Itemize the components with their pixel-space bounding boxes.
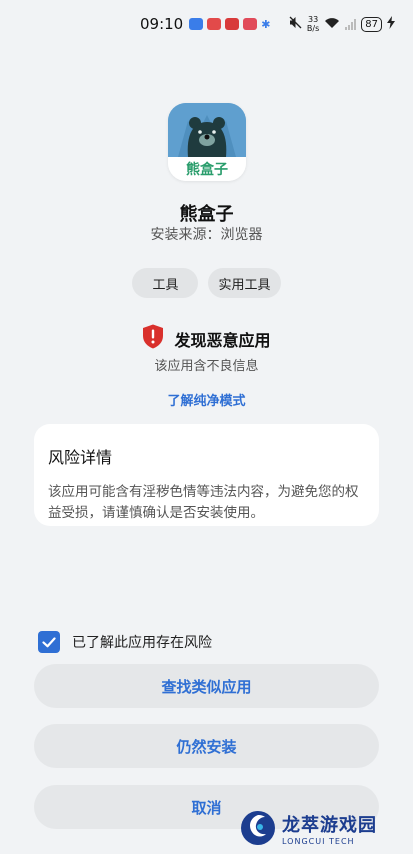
acknowledge-risk-row[interactable]: 已了解此应用存在风险 (38, 631, 212, 653)
mute-icon (289, 16, 302, 32)
status-bar: 09:10 ✱ 33 B/s 87 (0, 0, 413, 48)
risk-details-card: 风险详情 该应用可能含有淫秽色情等违法内容，为避免您的权益受损，请谨慎确认是否安… (34, 424, 379, 526)
risk-details-title: 风险详情 (48, 448, 113, 467)
warning-title: 发现恶意应用 (174, 330, 271, 350)
battery-level: 87 (365, 18, 378, 30)
category-tags: 工具 实用工具 (0, 268, 413, 298)
warning-subtitle: 该应用含不良信息 (154, 359, 259, 374)
acknowledge-label: 已了解此应用存在风险 (72, 635, 212, 651)
find-similar-apps-button[interactable]: 查找类似应用 (34, 664, 379, 708)
shield-warning-icon (142, 324, 164, 353)
status-time: 09:10 (140, 15, 184, 33)
watermark-subtitle: LONGCUI TECH (282, 836, 355, 846)
battery-indicator: 87 (361, 16, 382, 32)
signal-icon (345, 18, 357, 30)
install-source: 安装来源：浏览器 (150, 227, 263, 243)
watermark-title: 龙萃游戏园 (282, 814, 377, 836)
notification-app-icon (189, 18, 204, 30)
notification-app-icon (243, 18, 258, 30)
tag-utility-tools[interactable]: 实用工具 (208, 268, 281, 298)
acknowledge-checkbox[interactable] (38, 631, 60, 653)
app-icon-background (168, 103, 246, 157)
charging-icon (387, 16, 395, 32)
bear-icon (168, 103, 246, 157)
bluetooth-icon: ✱ (261, 17, 271, 31)
pure-mode-link[interactable]: 了解纯净模式 (0, 390, 413, 409)
install-anyway-button[interactable]: 仍然安装 (34, 724, 379, 768)
watermark-logo-icon (241, 811, 275, 845)
wifi-icon (324, 17, 340, 32)
risk-details-text: 该应用可能含有淫秽色情等违法内容，为避免您的权益受损，请谨慎确认是否安装使用。 (48, 484, 359, 521)
network-speed: 33 B/s (307, 15, 319, 33)
notification-app-icon (207, 18, 222, 30)
app-name: 熊盒子 (179, 204, 234, 225)
network-speed-unit: B/s (306, 24, 320, 33)
watermark: 龙萃游戏园 LONGCUI TECH (240, 806, 400, 850)
malware-warning: 发现恶意应用 (0, 324, 413, 353)
notification-app-icon (225, 18, 240, 30)
network-speed-value: 33 (307, 15, 319, 24)
app-icon-label: 熊盒子 (168, 157, 246, 181)
tag-tools[interactable]: 工具 (132, 268, 199, 298)
checkmark-icon (42, 636, 56, 647)
app-icon: 熊盒子 (168, 103, 246, 181)
